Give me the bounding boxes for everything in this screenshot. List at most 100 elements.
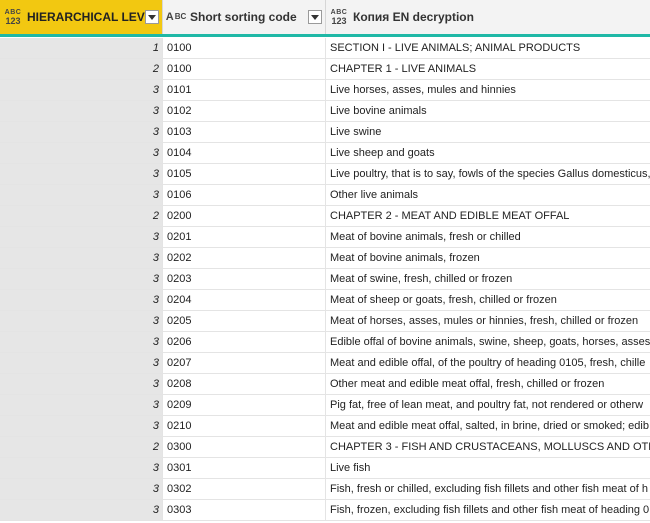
column-header-hierarchical-level[interactable]: ABC 123 HIERARCHICAL LEVEL — [0, 0, 163, 34]
cell-en-decryption[interactable]: Other meat and edible meat offal, fresh,… — [326, 374, 650, 394]
column-header-en-decryption[interactable]: ABC 123 Копия EN decryption — [326, 0, 650, 34]
table-row[interactable]: 1 0100 SECTION I - LIVE ANIMALS; ANIMAL PR… — [0, 38, 650, 59]
cell-en-decryption[interactable]: Live swine — [326, 122, 650, 142]
cell-short-sorting-code[interactable]: 0102 — [163, 101, 326, 121]
cell-short-sorting-code[interactable]: 0300 — [163, 437, 326, 457]
cell-hierarchical-level[interactable]: 3 — [0, 80, 163, 100]
cell-en-decryption[interactable]: Pig fat, free of lean meat, and poultry … — [326, 395, 650, 415]
cell-hierarchical-level[interactable]: 1 — [0, 38, 163, 58]
cell-short-sorting-code[interactable]: 0100 — [163, 38, 326, 58]
table-row[interactable]: 2 0300 CHAPTER 3 - FISH AND CRUSTACEANS, M… — [0, 437, 650, 458]
cell-short-sorting-code[interactable]: 0104 — [163, 143, 326, 163]
cell-en-decryption[interactable]: Meat of horses, asses, mules or hinnies,… — [326, 311, 650, 331]
cell-short-sorting-code[interactable]: 0100 — [163, 59, 326, 79]
table-row[interactable]: 2 0200 CHAPTER 2 - MEAT AND EDIBLE MEAT OF… — [0, 206, 650, 227]
table-row[interactable]: 3 0207 Meat and edible offal, of the poult… — [0, 353, 650, 374]
dropdown-arrow-icon[interactable] — [145, 10, 159, 24]
cell-hierarchical-level[interactable]: 3 — [0, 290, 163, 310]
cell-short-sorting-code[interactable]: 0302 — [163, 479, 326, 499]
cell-short-sorting-code[interactable]: 0209 — [163, 395, 326, 415]
cell-en-decryption[interactable]: CHAPTER 1 - LIVE ANIMALS — [326, 59, 650, 79]
cell-short-sorting-code[interactable]: 0208 — [163, 374, 326, 394]
dropdown-arrow-icon[interactable] — [308, 10, 322, 24]
cell-en-decryption[interactable]: Live poultry, that is to say, fowls of t… — [326, 164, 650, 184]
cell-hierarchical-level[interactable]: 2 — [0, 437, 163, 457]
cell-en-decryption[interactable]: Meat and edible offal, of the poultry of… — [326, 353, 650, 373]
table-row[interactable]: 3 0104 Live sheep and goats — [0, 143, 650, 164]
cell-hierarchical-level[interactable]: 3 — [0, 332, 163, 352]
cell-en-decryption[interactable]: Meat of bovine animals, fresh or chilled — [326, 227, 650, 247]
table-row[interactable]: 3 0101 Live horses, asses, mules and hinni… — [0, 80, 650, 101]
cell-short-sorting-code[interactable]: 0202 — [163, 248, 326, 268]
table-row[interactable]: 3 0202 Meat of bovine animals, frozen — [0, 248, 650, 269]
table-row[interactable]: 3 0203 Meat of swine, fresh, chilled or fr… — [0, 269, 650, 290]
cell-short-sorting-code[interactable]: 0204 — [163, 290, 326, 310]
table-row[interactable]: 3 0302 Fish, fresh or chilled, excluding f… — [0, 479, 650, 500]
cell-short-sorting-code[interactable]: 0205 — [163, 311, 326, 331]
table-row[interactable]: 3 0210 Meat and edible meat offal, salted,… — [0, 416, 650, 437]
cell-short-sorting-code[interactable]: 0301 — [163, 458, 326, 478]
cell-hierarchical-level[interactable]: 3 — [0, 353, 163, 373]
table-row[interactable]: 3 0204 Meat of sheep or goats, fresh, chil… — [0, 290, 650, 311]
cell-short-sorting-code[interactable]: 0201 — [163, 227, 326, 247]
cell-hierarchical-level[interactable]: 3 — [0, 248, 163, 268]
cell-hierarchical-level[interactable]: 3 — [0, 416, 163, 436]
cell-en-decryption[interactable]: Meat of sheep or goats, fresh, chilled o… — [326, 290, 650, 310]
cell-en-decryption[interactable]: Meat of bovine animals, frozen — [326, 248, 650, 268]
cell-short-sorting-code[interactable]: 0303 — [163, 500, 326, 520]
cell-hierarchical-level[interactable]: 3 — [0, 500, 163, 520]
cell-hierarchical-level[interactable]: 2 — [0, 59, 163, 79]
cell-en-decryption[interactable]: SECTION I - LIVE ANIMALS; ANIMAL PRODUCT… — [326, 38, 650, 58]
cell-short-sorting-code[interactable]: 0103 — [163, 122, 326, 142]
cell-en-decryption[interactable]: Fish, frozen, excluding fish fillets and… — [326, 500, 650, 520]
cell-en-decryption[interactable]: Live bovine animals — [326, 101, 650, 121]
cell-en-decryption[interactable]: Live sheep and goats — [326, 143, 650, 163]
cell-en-decryption[interactable]: Fish, fresh or chilled, excluding fish f… — [326, 479, 650, 499]
cell-en-decryption[interactable]: CHAPTER 2 - MEAT AND EDIBLE MEAT OFFAL — [326, 206, 650, 226]
cell-hierarchical-level[interactable]: 3 — [0, 458, 163, 478]
table-row[interactable]: 3 0106 Other live animals — [0, 185, 650, 206]
cell-hierarchical-level[interactable]: 3 — [0, 269, 163, 289]
table-row[interactable]: 3 0303 Fish, frozen, excluding fish fillet… — [0, 500, 650, 521]
cell-hierarchical-level[interactable]: 3 — [0, 101, 163, 121]
cell-hierarchical-level[interactable]: 3 — [0, 395, 163, 415]
table-row[interactable]: 3 0208 Other meat and edible meat offal, f… — [0, 374, 650, 395]
cell-short-sorting-code[interactable]: 0101 — [163, 80, 326, 100]
cell-hierarchical-level[interactable]: 3 — [0, 122, 163, 142]
cell-hierarchical-level[interactable]: 3 — [0, 479, 163, 499]
cell-short-sorting-code[interactable]: 0203 — [163, 269, 326, 289]
cell-hierarchical-level[interactable]: 2 — [0, 206, 163, 226]
cell-hierarchical-level[interactable]: 3 — [0, 311, 163, 331]
abc-text-type-icon[interactable]: A BC — [166, 12, 187, 23]
cell-short-sorting-code[interactable]: 0105 — [163, 164, 326, 184]
cell-en-decryption[interactable]: CHAPTER 3 - FISH AND CRUSTACEANS, MOLLUS… — [326, 437, 650, 457]
abc-123-type-icon[interactable]: ABC 123 — [3, 9, 23, 26]
cell-en-decryption[interactable]: Meat and edible meat offal, salted, in b… — [326, 416, 650, 436]
cell-hierarchical-level[interactable]: 3 — [0, 143, 163, 163]
table-row[interactable]: 3 0105 Live poultry, that is to say, fowls… — [0, 164, 650, 185]
table-row[interactable]: 3 0209 Pig fat, free of lean meat, and pou… — [0, 395, 650, 416]
column-header-short-sorting-code[interactable]: A BC Short sorting code — [163, 0, 326, 34]
cell-short-sorting-code[interactable]: 0106 — [163, 185, 326, 205]
cell-en-decryption[interactable]: Live fish — [326, 458, 650, 478]
abc-123-type-icon[interactable]: ABC 123 — [329, 9, 349, 26]
table-row[interactable]: 2 0100 CHAPTER 1 - LIVE ANIMALS — [0, 59, 650, 80]
cell-short-sorting-code[interactable]: 0210 — [163, 416, 326, 436]
cell-en-decryption[interactable]: Live horses, asses, mules and hinnies — [326, 80, 650, 100]
cell-en-decryption[interactable]: Edible offal of bovine animals, swine, s… — [326, 332, 650, 352]
cell-short-sorting-code[interactable]: 0207 — [163, 353, 326, 373]
table-row[interactable]: 3 0301 Live fish — [0, 458, 650, 479]
cell-hierarchical-level[interactable]: 3 — [0, 164, 163, 184]
table-row[interactable]: 3 0102 Live bovine animals — [0, 101, 650, 122]
cell-en-decryption[interactable]: Other live animals — [326, 185, 650, 205]
table-row[interactable]: 3 0206 Edible offal of bovine animals, swi… — [0, 332, 650, 353]
cell-short-sorting-code[interactable]: 0200 — [163, 206, 326, 226]
table-row[interactable]: 3 0103 Live swine — [0, 122, 650, 143]
table-row[interactable]: 3 0205 Meat of horses, asses, mules or hin… — [0, 311, 650, 332]
cell-hierarchical-level[interactable]: 3 — [0, 185, 163, 205]
table-row[interactable]: 3 0201 Meat of bovine animals, fresh or ch… — [0, 227, 650, 248]
cell-hierarchical-level[interactable]: 3 — [0, 227, 163, 247]
cell-en-decryption[interactable]: Meat of swine, fresh, chilled or frozen — [326, 269, 650, 289]
cell-short-sorting-code[interactable]: 0206 — [163, 332, 326, 352]
cell-hierarchical-level[interactable]: 3 — [0, 374, 163, 394]
